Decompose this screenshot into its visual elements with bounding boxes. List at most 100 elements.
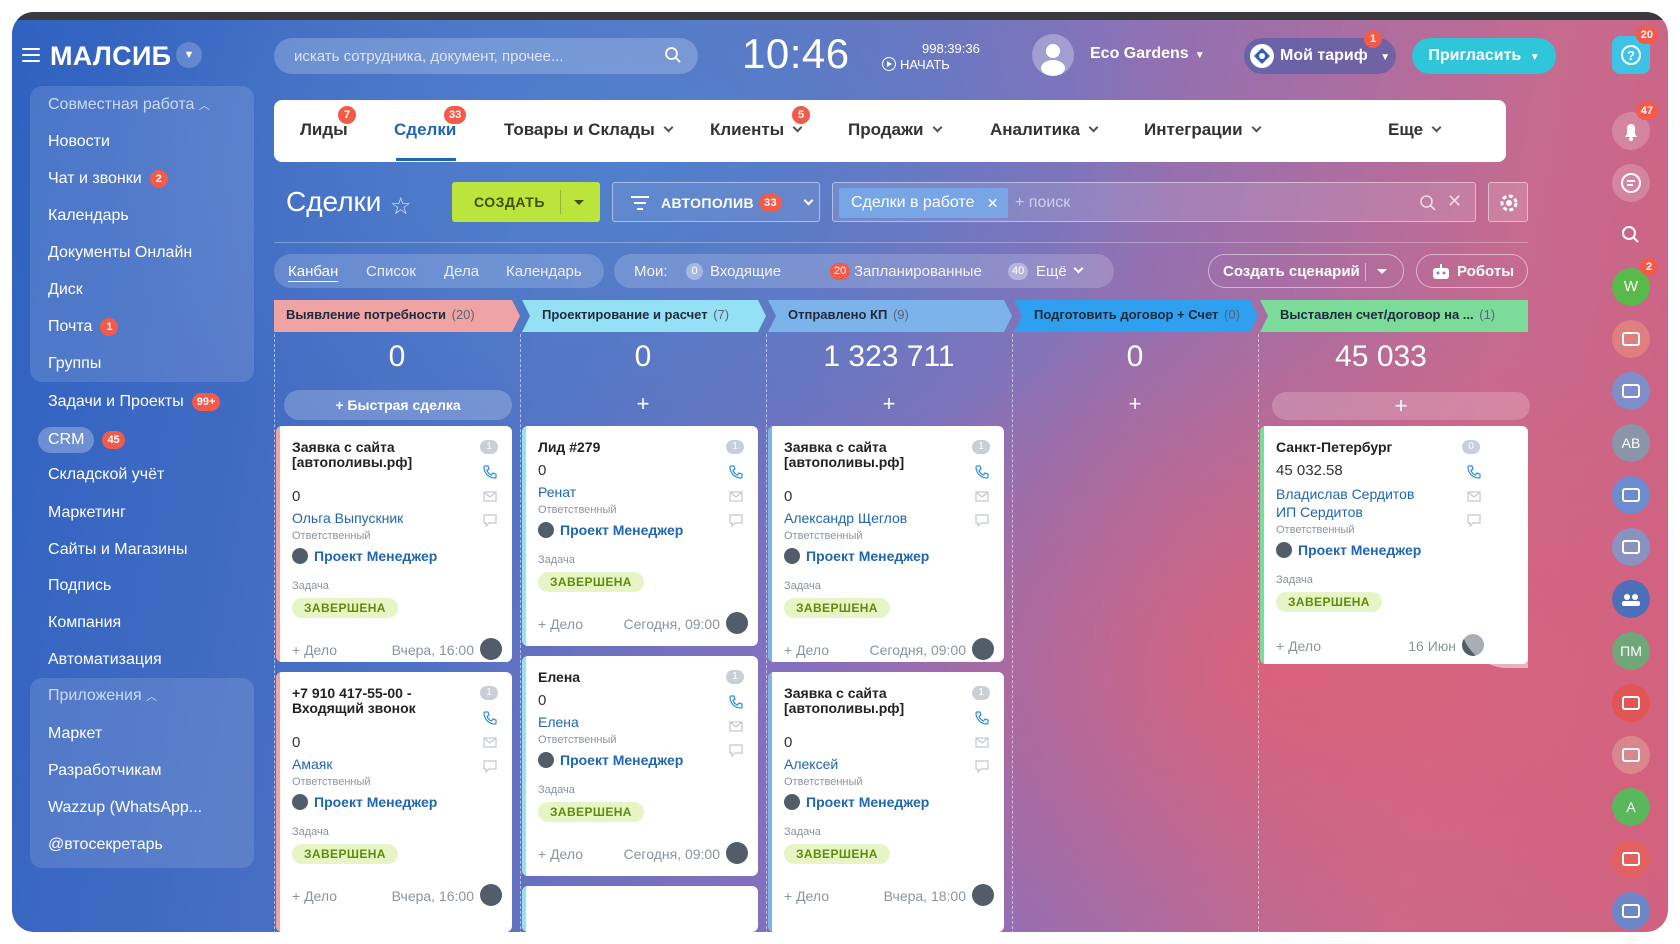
responsible-user[interactable]: Проект Менеджер: [1276, 542, 1421, 558]
sidebar-item-crm[interactable]: CRM 45: [38, 427, 125, 453]
add-deal-button[interactable]: +: [1020, 390, 1250, 418]
deal-title[interactable]: Заявка с сайта [автополивы.рф]: [784, 440, 974, 470]
tab-deals[interactable]: Сделки 33: [394, 106, 467, 140]
sidebar-item-automation[interactable]: Автоматизация: [48, 649, 162, 671]
phone-icon[interactable]: [482, 710, 498, 726]
sidebar-item-sites[interactable]: Сайты и Магазины: [48, 539, 187, 561]
add-activity-link[interactable]: + Дело: [538, 846, 583, 862]
chat-icon[interactable]: [1612, 164, 1650, 202]
add-activity-link[interactable]: + Дело: [292, 888, 337, 904]
stage-header[interactable]: Проектирование и расчет (7): [530, 300, 758, 330]
sidebar-item-tasks[interactable]: Задачи и Проекты 99+: [48, 391, 221, 413]
client-link[interactable]: Елена: [538, 714, 579, 730]
deal-title[interactable]: Лид #279: [538, 440, 728, 455]
sidebar-item-market[interactable]: Маркет: [48, 723, 102, 745]
mail-icon[interactable]: [482, 488, 498, 504]
sidebar-item-marketing[interactable]: Маркетинг: [48, 502, 126, 524]
deal-title[interactable]: Заявка с сайта [автополивы.рф]: [784, 686, 974, 716]
responsible-user[interactable]: Проект Менеджер: [538, 752, 683, 768]
sidebar-item-wazzup[interactable]: Wazzup (WhatsApp...: [48, 797, 202, 819]
responsible-user[interactable]: Проект Менеджер: [784, 548, 929, 564]
deal-title[interactable]: Заявка с сайта [автополивы.рф]: [292, 440, 482, 470]
openline-icon[interactable]: [1612, 892, 1650, 930]
sidebar-item-company[interactable]: Компания: [48, 612, 121, 634]
deal-card[interactable]: Елена 1 0 Елена Ответственный Проект Мен…: [522, 656, 758, 876]
invite-button[interactable]: Пригласить ▼: [1412, 38, 1556, 74]
tab-integrations[interactable]: Интеграции: [1144, 120, 1261, 140]
filter-search-input[interactable]: [1015, 188, 1395, 218]
sidebar-item-warehouse[interactable]: Складской учёт: [48, 464, 164, 486]
tariff-button[interactable]: Мой тариф ▼ 1: [1244, 30, 1396, 74]
deal-title[interactable]: Санкт-Петербург: [1276, 440, 1466, 455]
tab-more[interactable]: Еще: [1388, 120, 1442, 140]
tab-analytics[interactable]: Аналитика: [990, 120, 1099, 140]
company-link[interactable]: ИП Сердитов: [1276, 504, 1363, 520]
sidebar-item-calendar[interactable]: Календарь: [48, 205, 129, 227]
group-icon[interactable]: [1612, 580, 1650, 618]
add-activity-link[interactable]: + Дело: [784, 888, 829, 904]
phone-icon[interactable]: [728, 694, 744, 710]
filter-chip[interactable]: Сделки в работе ✕: [839, 188, 1009, 218]
deal-card[interactable]: Лид #279 1 0 Ренат Ответственный Проект …: [522, 426, 758, 646]
bell-icon[interactable]: 47: [1612, 102, 1658, 150]
deal-title[interactable]: Елена: [538, 670, 728, 685]
client-link[interactable]: Владислав Сердитов: [1276, 486, 1414, 502]
phone-icon[interactable]: [974, 464, 990, 480]
mail-icon[interactable]: [974, 734, 990, 750]
client-link[interactable]: Алексей: [784, 756, 838, 772]
counter-more[interactable]: Ещё: [1036, 263, 1084, 280]
comment-icon[interactable]: [482, 758, 498, 774]
deal-card[interactable]: +7 910 417-55-00 - Входящий звонок 1 0 А…: [276, 672, 512, 932]
filter-search[interactable]: Сделки в работе ✕ ✕: [832, 182, 1476, 222]
quick-deal-button[interactable]: + Быстрая сделка: [284, 390, 512, 420]
chevron-down-icon[interactable]: ▼: [176, 42, 202, 68]
mail-icon[interactable]: [482, 734, 498, 750]
sidebar-item-developers[interactable]: Разработчикам: [48, 760, 162, 782]
openline-icon[interactable]: [1612, 476, 1650, 514]
sidebar-item-docs[interactable]: Документы Онлайн: [48, 242, 192, 264]
comment-icon[interactable]: [728, 512, 744, 528]
user-avatar-pm[interactable]: ПМ: [1612, 632, 1650, 670]
view-calendar[interactable]: Календарь: [506, 263, 582, 280]
view-activities[interactable]: Дела: [444, 263, 479, 280]
counter-planned[interactable]: Запланированные: [854, 263, 982, 280]
comment-icon[interactable]: [974, 758, 990, 774]
add-activity-link[interactable]: + Дело: [1276, 638, 1321, 654]
stage-header[interactable]: Отправлено КП (9): [776, 300, 1004, 330]
caret-down-icon[interactable]: [1377, 269, 1387, 274]
openline-icon[interactable]: [1612, 684, 1650, 722]
user-avatar-w[interactable]: W2: [1612, 258, 1658, 306]
sidebar-group-header[interactable]: Приложения ︿: [48, 687, 157, 705]
view-kanban[interactable]: Канбан: [288, 263, 339, 282]
phone-icon[interactable]: [974, 710, 990, 726]
sidebar-item-groups[interactable]: Группы: [48, 353, 101, 375]
sidebar-item-news[interactable]: Новости: [48, 131, 110, 153]
search-icon[interactable]: [1419, 194, 1437, 212]
client-link[interactable]: Ренат: [538, 484, 576, 500]
deal-card[interactable]: [522, 886, 758, 932]
gear-icon[interactable]: [1488, 182, 1528, 222]
user-avatar-ab[interactable]: AB: [1612, 424, 1650, 462]
phone-icon[interactable]: [728, 464, 744, 480]
deal-card[interactable]: Заявка с сайта [автополивы.рф] 1 0 Ольга…: [276, 426, 512, 662]
openline-icon[interactable]: [1612, 840, 1650, 878]
tab-products[interactable]: Товары и Склады: [504, 120, 674, 140]
sidebar-item-chat[interactable]: Чат и звонки 2: [48, 168, 168, 190]
help-icon[interactable]: ? 20: [1612, 26, 1658, 74]
openline-icon[interactable]: [1612, 736, 1650, 774]
mail-icon[interactable]: [974, 488, 990, 504]
mail-icon[interactable]: [1466, 488, 1482, 504]
counter-incoming[interactable]: Входящие: [710, 263, 781, 280]
stage-header[interactable]: Выставлен счет/договор на ... (1): [1268, 300, 1528, 330]
category-filter-button[interactable]: АВТОПОЛИВ 33: [612, 182, 820, 222]
responsible-user[interactable]: Проект Менеджер: [784, 794, 929, 810]
responsible-user[interactable]: Проект Менеджер: [292, 794, 437, 810]
mail-icon[interactable]: [728, 488, 744, 504]
star-icon[interactable]: ☆: [390, 192, 412, 221]
menu-icon[interactable]: [22, 48, 40, 66]
sidebar-item-autosecretary[interactable]: @втосекретарь: [48, 834, 163, 856]
sidebar-group-header[interactable]: Совместная работа ︿: [48, 96, 210, 114]
responsible-user[interactable]: Проект Менеджер: [292, 548, 437, 564]
global-search[interactable]: [274, 38, 698, 74]
phone-icon[interactable]: [1466, 464, 1482, 480]
